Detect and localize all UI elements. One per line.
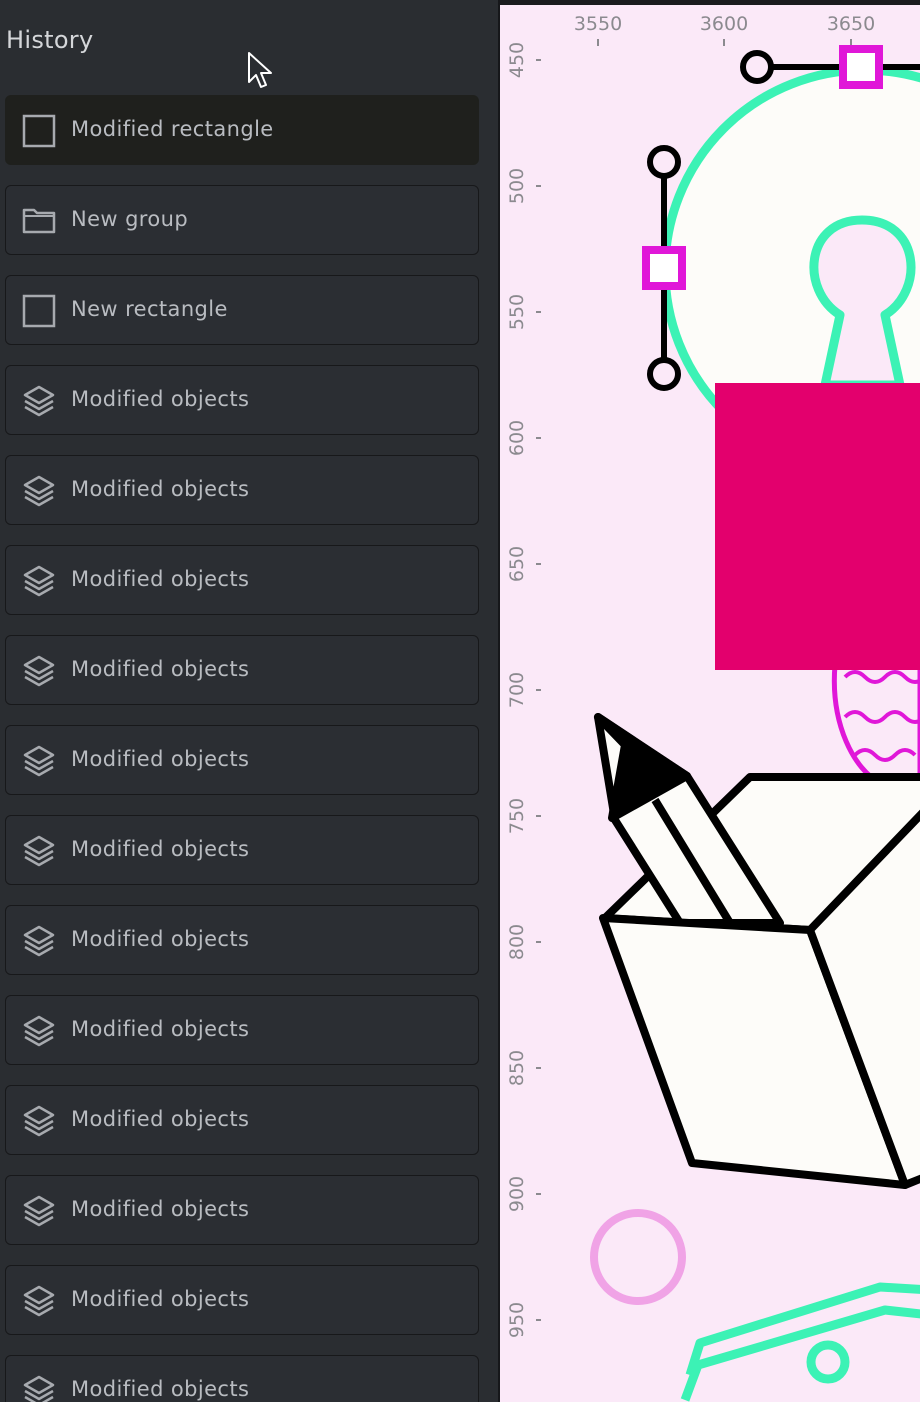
ruler-tick-label: 750	[506, 798, 528, 834]
history-item-label: Modified objects	[71, 477, 250, 501]
ruler-tick-label: 500	[506, 168, 528, 204]
layers-icon	[22, 1374, 56, 1402]
history-item[interactable]: Modified objects	[5, 1355, 479, 1402]
layers-icon	[22, 654, 56, 688]
history-item-label: Modified objects	[71, 1377, 250, 1401]
vertical-ruler: 450 500 550 600 650 700 750 800 850 900 …	[506, 42, 541, 1338]
ruler-tick-label: 650	[506, 546, 528, 582]
history-item[interactable]: Modified rectangle	[5, 95, 479, 165]
layers-icon	[22, 1104, 56, 1138]
history-item[interactable]: Modified objects	[5, 1265, 479, 1335]
ruler-tick-label: 950	[506, 1302, 528, 1338]
ruler-tick-label: 800	[506, 924, 528, 960]
history-item[interactable]: Modified objects	[5, 905, 479, 975]
history-item-label: Modified objects	[71, 657, 250, 681]
ruler-tick-label: 900	[506, 1176, 528, 1212]
layers-icon	[22, 834, 56, 868]
history-item-label: Modified objects	[71, 1197, 250, 1221]
ruler-tick-label: 3650	[827, 13, 875, 35]
history-item-label: Modified objects	[71, 927, 250, 951]
mouse-cursor-icon	[248, 52, 272, 88]
history-item-label: Modified rectangle	[71, 117, 274, 141]
panel-title: History	[6, 26, 94, 54]
history-item-label: Modified objects	[71, 1287, 250, 1311]
history-item-label: Modified objects	[71, 567, 250, 591]
layers-icon	[22, 1284, 56, 1318]
rectangle-icon	[22, 294, 56, 328]
history-item-label: New rectangle	[71, 297, 228, 321]
history-item-label: New group	[71, 207, 189, 231]
history-item-label: Modified objects	[71, 1017, 250, 1041]
layers-icon	[22, 384, 56, 418]
ruler-tick-label: 700	[506, 672, 528, 708]
design-canvas[interactable]: 3550 3600 3650 450 500 550 600 650 700 7…	[500, 5, 920, 1402]
layers-icon	[22, 474, 56, 508]
ruler-tick-label: 550	[506, 294, 528, 330]
history-item[interactable]: Modified objects	[5, 365, 479, 435]
history-item[interactable]: Modified objects	[5, 1085, 479, 1155]
history-item[interactable]: Modified objects	[5, 815, 479, 885]
history-item[interactable]: Modified objects	[5, 545, 479, 615]
ruler-tick-label: 3600	[700, 13, 748, 35]
history-item-label: Modified objects	[71, 747, 250, 771]
history-item[interactable]: Modified objects	[5, 995, 479, 1065]
teal-frame-illustration[interactable]	[680, 1282, 920, 1402]
history-item[interactable]: Modified objects	[5, 725, 479, 795]
history-item[interactable]: Modified objects	[5, 1175, 479, 1245]
horizontal-ruler: 3550 3600 3650	[574, 13, 875, 46]
history-panel: History Modified rectangle New group New r…	[0, 0, 498, 1402]
ruler-tick-label: 600	[506, 420, 528, 456]
layers-icon	[22, 924, 56, 958]
layers-icon	[22, 564, 56, 598]
history-item[interactable]: New rectangle	[5, 275, 479, 345]
ruler-tick-label: 850	[506, 1050, 528, 1086]
layers-icon	[22, 744, 56, 778]
history-item[interactable]: New group	[5, 185, 479, 255]
layers-icon	[22, 1194, 56, 1228]
box-with-pencil-illustration[interactable]	[594, 713, 920, 1189]
layers-icon	[22, 1014, 56, 1048]
ruler-tick-label: 3550	[574, 13, 622, 35]
history-item-label: Modified objects	[71, 1107, 250, 1131]
history-item[interactable]: Modified objects	[5, 455, 479, 525]
history-item[interactable]: Modified objects	[5, 635, 479, 705]
history-item-label: Modified objects	[71, 837, 250, 861]
pink-ring-shape[interactable]	[590, 1209, 686, 1305]
ruler-tick-label: 450	[506, 42, 528, 78]
rectangle-icon	[22, 114, 56, 148]
pink-rectangle[interactable]	[715, 383, 920, 670]
history-item-label: Modified objects	[71, 387, 250, 411]
folder-icon	[22, 204, 56, 238]
